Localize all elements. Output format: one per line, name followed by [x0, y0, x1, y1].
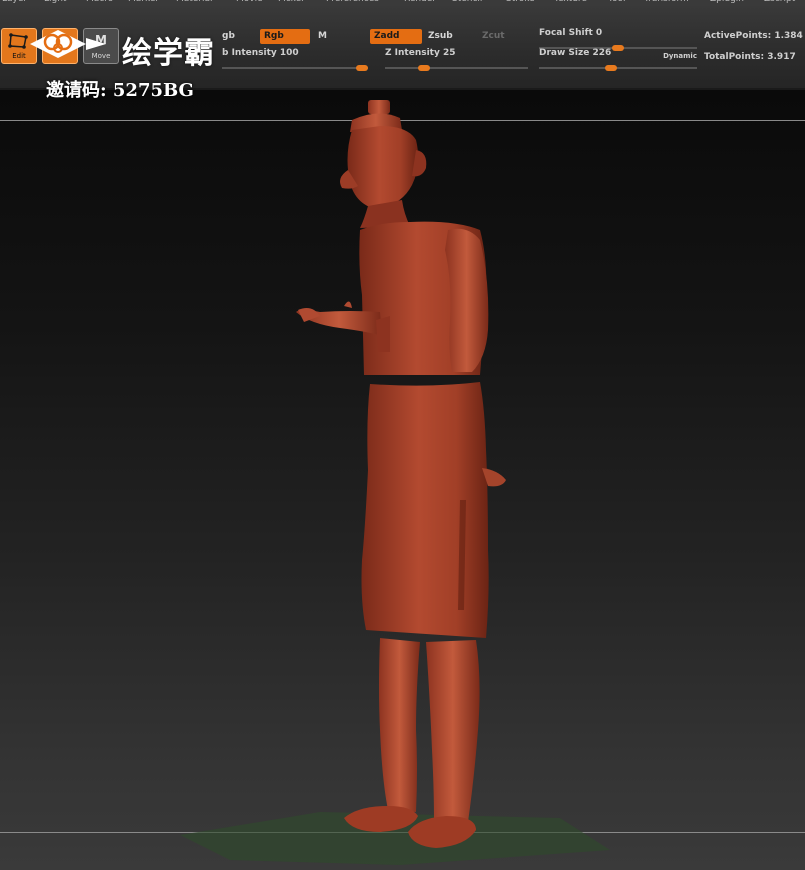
3d-viewport[interactable] — [0, 90, 805, 870]
z-intensity-label: Z Intensity 25 — [385, 48, 456, 58]
z-intensity-track — [385, 67, 528, 69]
m-label: M — [318, 31, 327, 41]
total-points-readout: TotalPoints: 3.917 — [704, 52, 796, 62]
draw-size-label: Draw Size 226 — [539, 48, 612, 58]
z-intensity-thumb[interactable] — [417, 65, 430, 71]
menu-item[interactable]: Zplugin — [710, 0, 744, 4]
zadd-button[interactable]: Zadd — [370, 29, 422, 44]
menu-item[interactable]: Material — [176, 0, 213, 4]
zadd-label: Zadd — [374, 31, 400, 41]
draw-size-slider[interactable]: Draw Size 226 Dynamic — [539, 46, 697, 72]
draw-size-thumb[interactable] — [604, 65, 617, 71]
invite-code-watermark: 邀请码: 5275BG — [46, 80, 194, 101]
active-points-readout: ActivePoints: 1.384 — [704, 31, 803, 41]
menu-item[interactable]: Macro — [86, 0, 113, 4]
menu-item[interactable]: Marker — [128, 0, 159, 4]
menu-item[interactable]: Picker — [278, 0, 305, 4]
m-button[interactable]: M — [314, 29, 364, 44]
menu-item[interactable]: Layer — [2, 0, 27, 4]
zcut-label: Zcut — [482, 31, 505, 41]
draw-size-track — [539, 67, 697, 69]
menu-item[interactable]: Render — [404, 0, 436, 4]
zsub-label: Zsub — [428, 31, 453, 41]
rgb-intensity-thumb[interactable] — [356, 65, 368, 71]
menu-item[interactable]: Light — [44, 0, 66, 4]
zcut-button[interactable]: Zcut — [478, 29, 528, 44]
rgb-button[interactable]: Rgb — [260, 29, 310, 44]
menu-bar: Layer Light Macro Marker Material Movie Picker… — [0, 0, 805, 6]
z-intensity-slider[interactable]: Z Intensity 25 — [385, 46, 528, 72]
menu-item[interactable]: Transform — [644, 0, 689, 4]
zsub-button[interactable]: Zsub — [424, 29, 476, 44]
focal-shift-label: Focal Shift 0 — [539, 28, 603, 38]
brand-watermark: 绘学霸 — [122, 36, 215, 71]
menu-item[interactable]: Zscript — [764, 0, 795, 4]
sculpt-model[interactable] — [240, 90, 540, 870]
menu-item[interactable]: Texture — [554, 0, 587, 4]
menu-item[interactable]: Tool — [608, 0, 625, 4]
menu-item[interactable]: Stroke — [506, 0, 535, 4]
menu-item[interactable]: Movie — [236, 0, 263, 4]
menu-item[interactable]: Preferences — [326, 0, 379, 4]
dynamic-label[interactable]: Dynamic — [663, 52, 697, 60]
rgb-label: Rgb — [264, 31, 284, 41]
menu-item[interactable]: Stencil — [452, 0, 482, 4]
